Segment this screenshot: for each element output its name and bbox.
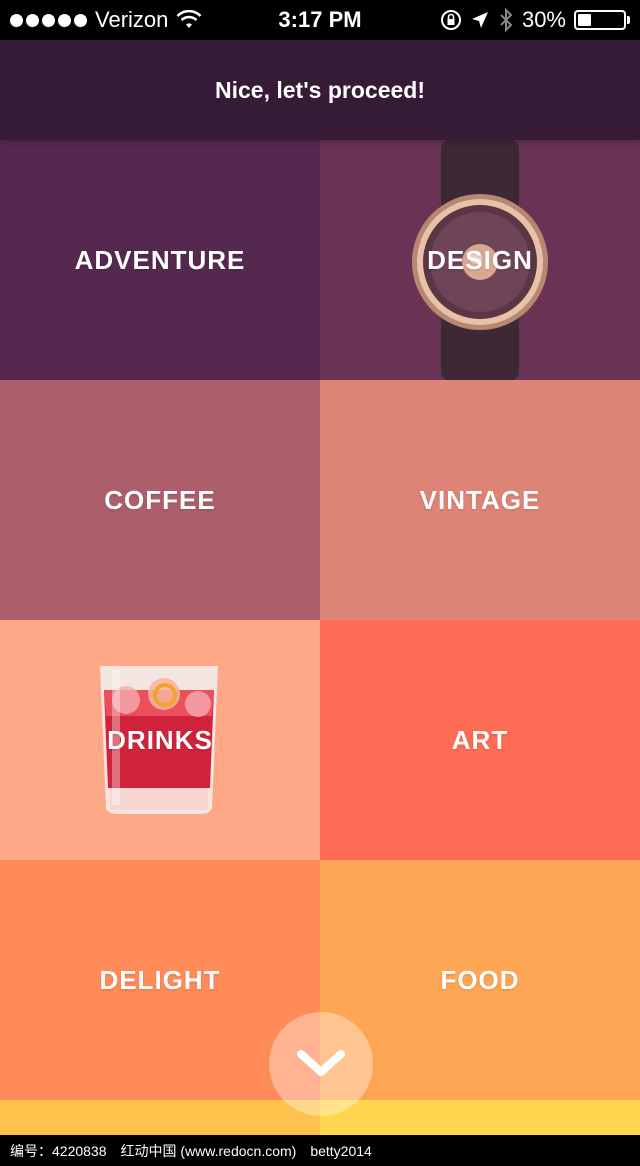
battery-fill (578, 14, 592, 26)
tile-label: VINTAGE (419, 484, 541, 515)
tile-next-row-right[interactable] (320, 1100, 640, 1135)
scroll-down-button[interactable] (269, 1012, 373, 1116)
rotation-lock-icon (440, 10, 461, 30)
clock: 3:17 PM (278, 7, 362, 32)
tile-adventure[interactable]: ADVENTURE (0, 140, 320, 380)
chevron-down-icon (297, 1050, 345, 1076)
tile-art[interactable]: ART (320, 620, 640, 860)
tile-drinks[interactable]: DRINKS (0, 620, 320, 860)
tile-design[interactable]: DESIGN (320, 140, 640, 380)
tile-label: FOOD (440, 964, 520, 995)
site-text: 红动中国 (www.redocn.com) (120, 1142, 297, 1159)
tile-label: DELIGHT (99, 964, 221, 995)
status-right: 30% (440, 7, 630, 33)
location-arrow-icon (471, 12, 488, 28)
header-banner: Nice, let's proceed! (0, 40, 640, 140)
carrier-label: Verizon (95, 7, 169, 32)
tile-label: ADVENTURE (74, 244, 246, 275)
battery-icon (574, 10, 630, 30)
tile-label: DRINKS (107, 724, 213, 755)
tile-vintage[interactable]: VINTAGE (320, 380, 640, 620)
status-bar: Verizon 3:17 PM 30% (0, 0, 640, 40)
tile-next-row-left[interactable] (0, 1100, 320, 1135)
watermark-footer: 编号：4220838 红动中国 (www.redocn.com) betty20… (0, 1135, 640, 1166)
tile-label: DESIGN (427, 244, 533, 275)
battery-percent: 30% (521, 7, 566, 32)
image-id-text: 编号：4220838 (10, 1142, 107, 1159)
tile-coffee[interactable]: COFFEE (0, 380, 320, 620)
page-title: Nice, let's proceed! (215, 76, 425, 103)
tile-label: ART (451, 724, 509, 755)
wifi-icon (176, 10, 202, 28)
author-text: betty2014 (310, 1142, 372, 1159)
tile-label: COFFEE (104, 484, 216, 515)
status-left: Verizon (10, 7, 202, 33)
category-grid: ADVENTURE DESIGN COFFEE VINTAGE DRINKS A… (0, 140, 640, 1135)
bluetooth-icon (500, 8, 513, 32)
signal-strength-icon (10, 13, 87, 27)
